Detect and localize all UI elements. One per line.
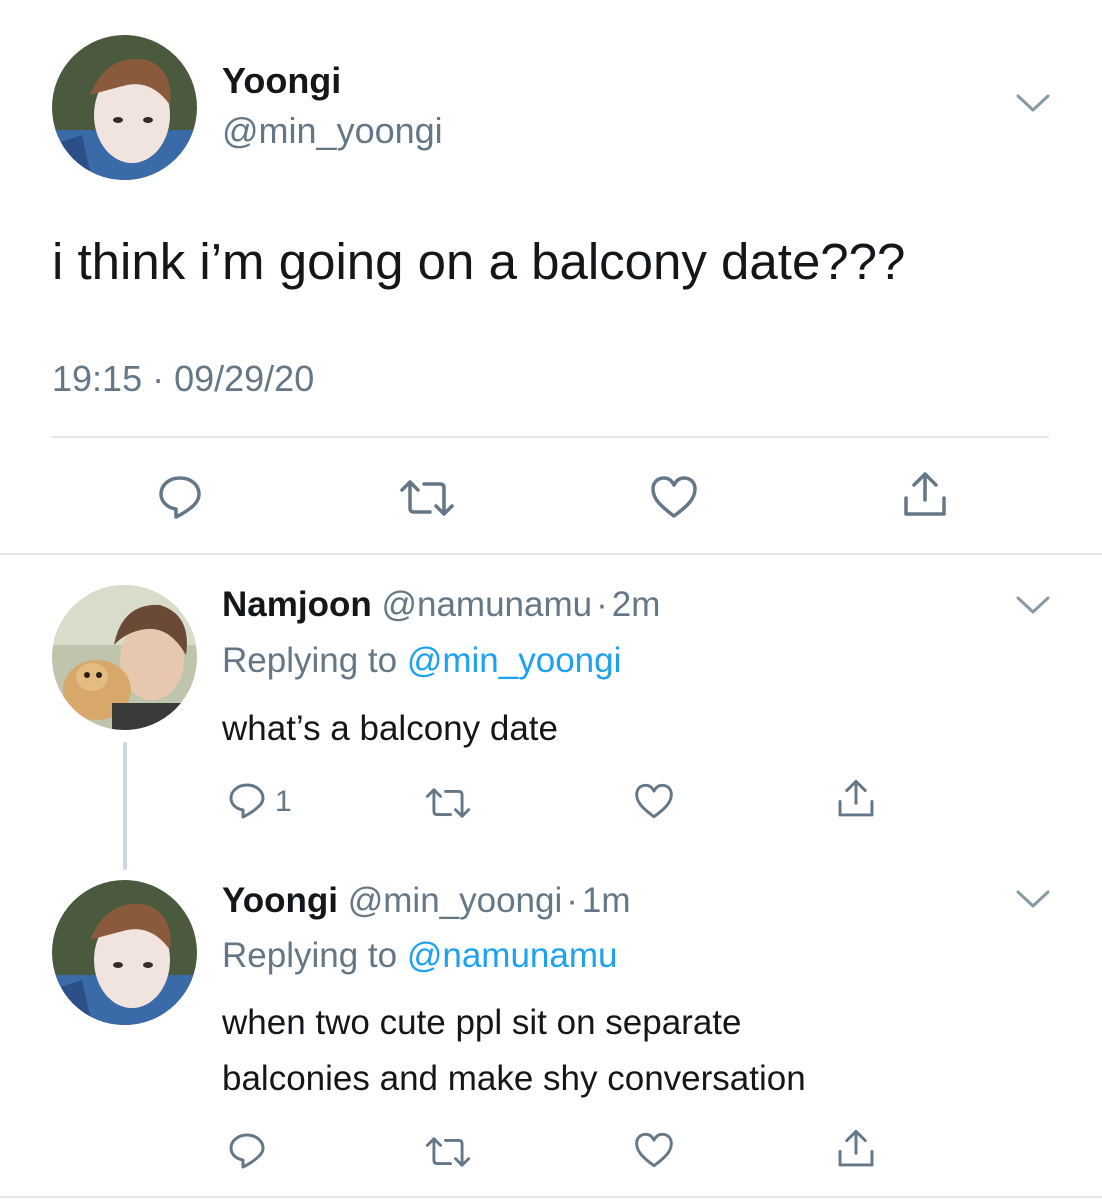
replying-to: Replying to @namunamu — [222, 935, 617, 977]
share-icon[interactable] — [835, 778, 877, 820]
handle[interactable]: @min_yoongi — [222, 110, 443, 152]
retweet-icon[interactable] — [398, 478, 456, 518]
mention-link[interactable]: @namunamu — [407, 936, 618, 975]
heart-icon[interactable] — [633, 782, 675, 820]
heart-icon[interactable] — [649, 474, 699, 520]
reply-icon[interactable] — [156, 474, 204, 520]
chevron-down-icon[interactable] — [1016, 890, 1050, 915]
reply-header: Namjoon @namunamu · 2m — [222, 584, 660, 626]
reply-text-line-1: when two cute ppl sit on separate — [222, 1003, 742, 1042]
divider — [0, 553, 1102, 555]
separator-dot: · — [566, 881, 578, 920]
replying-to: Replying to @min_yoongi — [222, 640, 621, 682]
avatar[interactable] — [52, 35, 197, 180]
reply-text: what’s a balcony date — [222, 709, 558, 748]
share-icon[interactable] — [900, 470, 950, 520]
relative-time[interactable]: 1m — [582, 881, 631, 920]
divider — [52, 436, 1049, 438]
mention-link[interactable]: @min_yoongi — [407, 641, 622, 680]
divider — [0, 1196, 1102, 1198]
display-name[interactable]: Yoongi — [222, 60, 341, 102]
handle[interactable]: @namunamu — [381, 585, 592, 624]
replying-to-label: Replying to — [222, 641, 398, 680]
retweet-icon[interactable] — [424, 1135, 472, 1169]
replying-to-label: Replying to — [222, 936, 398, 975]
reply-icon[interactable] — [228, 1132, 266, 1170]
thread-line — [123, 742, 127, 870]
display-name[interactable]: Namjoon — [222, 585, 372, 624]
handle[interactable]: @min_yoongi — [348, 881, 563, 920]
relative-time[interactable]: 2m — [612, 585, 661, 624]
avatar[interactable] — [52, 880, 197, 1025]
timestamp[interactable]: 19:15 · 09/29/20 — [52, 358, 314, 400]
reply-header: Yoongi @min_yoongi · 1m — [222, 880, 631, 922]
avatar[interactable] — [52, 585, 197, 730]
chevron-down-icon[interactable] — [1016, 94, 1050, 119]
separator-dot: · — [596, 585, 608, 624]
display-name[interactable]: Yoongi — [222, 881, 338, 920]
share-icon[interactable] — [835, 1128, 877, 1170]
chevron-down-icon[interactable] — [1016, 596, 1050, 621]
tweet-text: i think i’m going on a balcony date??? — [52, 233, 906, 290]
reply-text-line-2: balconies and make shy conversation — [222, 1059, 806, 1098]
retweet-icon[interactable] — [424, 786, 472, 820]
reply-count: 1 — [275, 785, 292, 818]
heart-icon[interactable] — [633, 1131, 675, 1169]
reply-icon[interactable] — [228, 782, 266, 820]
